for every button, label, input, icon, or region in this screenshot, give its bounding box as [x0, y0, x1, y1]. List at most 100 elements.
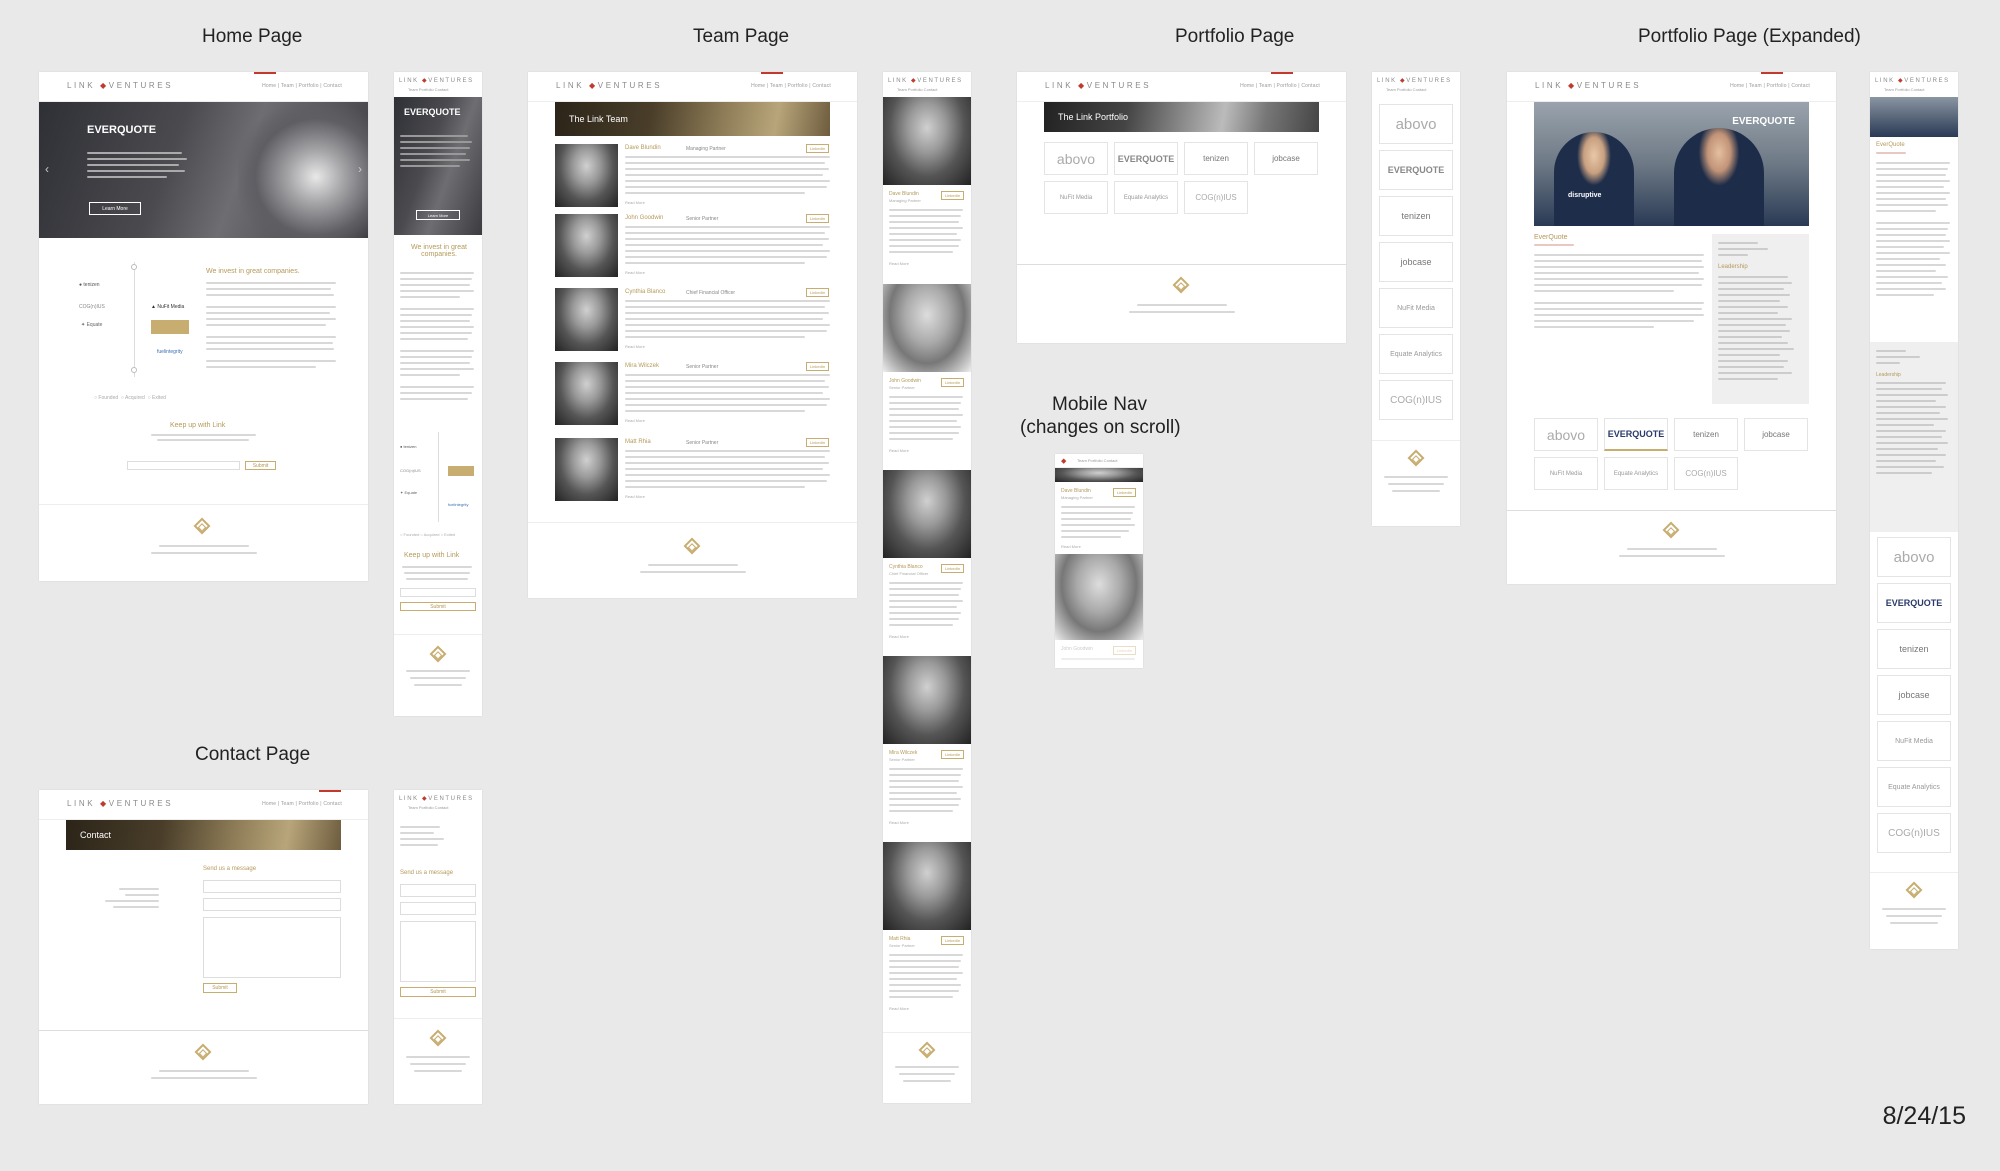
- mobile-orbit-diagram[interactable]: ● tenizen COG(n)IUS ✦ Equate fuelintegri…: [400, 432, 476, 522]
- exp-company-abovo[interactable]: abovo: [1534, 418, 1598, 451]
- logo-cognius[interactable]: COG(n)IUS: [79, 304, 105, 310]
- main-nav[interactable]: Home | Team | Portfolio | Contact: [1240, 83, 1320, 89]
- chevron-right-icon[interactable]: ›: [358, 162, 362, 176]
- main-nav[interactable]: Home | Team | Portfolio | Contact: [1730, 83, 1810, 89]
- linkedin-button[interactable]: LinkedIn: [806, 144, 830, 153]
- subscribe-button[interactable]: Submit: [245, 461, 276, 470]
- m-message-field[interactable]: [400, 921, 476, 982]
- exp-company-tenizen[interactable]: tenizen: [1674, 418, 1738, 451]
- company-jobcase[interactable]: jobcase: [1254, 142, 1318, 175]
- mobile-logo[interactable]: LINK ◆VENTURES: [1875, 77, 1950, 84]
- exp-company-everquote[interactable]: EVERQUOTE: [1604, 418, 1668, 451]
- logo[interactable]: LINK ◆VENTURES: [556, 81, 662, 90]
- read-more-link[interactable]: Read More: [625, 418, 645, 423]
- exp-company-jobcase[interactable]: jobcase: [1744, 418, 1808, 451]
- linkedin-button[interactable]: LinkedIn: [806, 288, 830, 297]
- mobile-nav[interactable]: Team Portfolio Contact: [1884, 87, 1924, 92]
- message-field[interactable]: [203, 917, 341, 978]
- logo[interactable]: LINK ◆VENTURES: [67, 799, 173, 808]
- logo-nufit[interactable]: ▲ NuFit Media: [151, 304, 184, 310]
- team-member-name: John Goodwin: [625, 215, 664, 221]
- main-nav[interactable]: Home | Team | Portfolio | Contact: [262, 801, 342, 807]
- logo-everquote-highlight[interactable]: [151, 320, 189, 334]
- exp-company-cognius[interactable]: COG(n)IUS: [1674, 457, 1738, 490]
- m-company-cognius[interactable]: COG(n)IUS: [1379, 380, 1453, 420]
- exp-company-nufit[interactable]: NuFit Media: [1534, 457, 1598, 490]
- main-nav[interactable]: Home | Team | Portfolio | Contact: [262, 83, 342, 89]
- mobile-nav[interactable]: Team Portfolio Contact: [897, 87, 937, 92]
- chevron-left-icon[interactable]: ‹: [45, 162, 49, 176]
- mobile-email-input[interactable]: [400, 588, 476, 597]
- mobile-nav[interactable]: Team Portfolio Contact: [408, 805, 448, 810]
- sticky-mobile-nav[interactable]: ◆ Team Portfolio Contact: [1055, 454, 1143, 468]
- logo[interactable]: LINK ◆VENTURES: [1535, 81, 1641, 90]
- m-email-field[interactable]: [400, 902, 476, 915]
- main-nav[interactable]: Home | Team | Portfolio | Contact: [751, 83, 831, 89]
- mobile-hero[interactable]: EVERQUOTE Learn More: [394, 97, 482, 235]
- mobile-nav[interactable]: Team Portfolio Contact: [408, 87, 448, 92]
- mobile-logo[interactable]: LINK ◆VENTURES: [1377, 77, 1452, 84]
- m-company-tenizen[interactable]: tenizen: [1379, 196, 1453, 236]
- linkedin-button[interactable]: LinkedIn: [806, 214, 830, 223]
- me-company-everquote[interactable]: EVERQUOTE: [1877, 583, 1951, 623]
- m-read-more-link[interactable]: Read More: [889, 820, 909, 825]
- read-more-link[interactable]: Read More: [625, 344, 645, 349]
- me-company-cognius[interactable]: COG(n)IUS: [1877, 813, 1951, 853]
- m-read-more-link[interactable]: Read More: [889, 634, 909, 639]
- logo[interactable]: LINK ◆VENTURES: [67, 81, 173, 90]
- logo-tenizen[interactable]: ● tenizen: [79, 282, 100, 288]
- m-linkedin-button[interactable]: LinkedIn: [941, 378, 965, 387]
- mobile-logo[interactable]: LINK ◆VENTURES: [399, 77, 474, 84]
- me-company-equate[interactable]: Equate Analytics: [1877, 767, 1951, 807]
- linkedin-button[interactable]: LinkedIn: [806, 438, 830, 447]
- company-nufit[interactable]: NuFit Media: [1044, 181, 1108, 214]
- m-read-more-link[interactable]: Read More: [889, 1006, 909, 1011]
- me-company-jobcase[interactable]: jobcase: [1877, 675, 1951, 715]
- m-company-nufit[interactable]: NuFit Media: [1379, 288, 1453, 328]
- m-company-equate[interactable]: Equate Analytics: [1379, 334, 1453, 374]
- m-linkedin-button[interactable]: LinkedIn: [941, 564, 965, 573]
- m-company-everquote[interactable]: EVERQUOTE: [1379, 150, 1453, 190]
- logo[interactable]: LINK ◆VENTURES: [1045, 81, 1151, 90]
- exp-company-equate[interactable]: Equate Analytics: [1604, 457, 1668, 490]
- email-input[interactable]: [127, 461, 240, 470]
- logo-autointegrity[interactable]: fuelintegrity: [157, 349, 183, 355]
- company-tenizen[interactable]: tenizen: [1184, 142, 1248, 175]
- portfolio-orbit-diagram[interactable]: ● tenizen COG(n)IUS ▲ NuFit Media ✦ Equa…: [79, 262, 194, 377]
- diamond-icon[interactable]: ◆: [1061, 457, 1066, 465]
- m-bio-text-line: [889, 996, 953, 998]
- company-cognius[interactable]: COG(n)IUS: [1184, 181, 1248, 214]
- send-message-heading: Send us a message: [203, 866, 257, 872]
- m-linkedin-button[interactable]: LinkedIn: [941, 936, 965, 945]
- m-company-jobcase[interactable]: jobcase: [1379, 242, 1453, 282]
- mobile-logo[interactable]: LINK ◆VENTURES: [399, 795, 474, 802]
- m-linkedin-button[interactable]: LinkedIn: [941, 191, 965, 200]
- m-linkedin-button[interactable]: LinkedIn: [941, 750, 965, 759]
- name-field[interactable]: [203, 880, 341, 893]
- company-abovo[interactable]: abovo: [1044, 142, 1108, 175]
- mobile-nav[interactable]: Team Portfolio Contact: [1386, 87, 1426, 92]
- contact-submit-button[interactable]: Submit: [203, 983, 237, 993]
- mobile-logo[interactable]: LINK ◆VENTURES: [888, 77, 963, 84]
- m-read-more-link[interactable]: Read More: [889, 261, 909, 266]
- mobile-learn-more-button[interactable]: Learn More: [416, 210, 460, 220]
- m-team-photo: [883, 284, 971, 372]
- m-contact-submit-button[interactable]: Submit: [400, 987, 476, 997]
- m-read-more-link[interactable]: Read More: [889, 448, 909, 453]
- me-company-nufit[interactable]: NuFit Media: [1877, 721, 1951, 761]
- m-name-field[interactable]: [400, 884, 476, 897]
- hero-learn-more-button[interactable]: Learn More: [89, 202, 141, 215]
- hero-carousel[interactable]: EVERQUOTE Learn More ‹ ›: [39, 102, 368, 238]
- read-more-link[interactable]: Read More: [625, 494, 645, 499]
- me-company-tenizen[interactable]: tenizen: [1877, 629, 1951, 669]
- company-equate[interactable]: Equate Analytics: [1114, 181, 1178, 214]
- logo-equate[interactable]: ✦ Equate: [81, 322, 102, 328]
- read-more-link[interactable]: Read More: [625, 200, 645, 205]
- company-everquote[interactable]: EVERQUOTE: [1114, 142, 1178, 175]
- email-field[interactable]: [203, 898, 341, 911]
- mobile-subscribe-button[interactable]: Submit: [400, 602, 476, 611]
- me-company-abovo[interactable]: abovo: [1877, 537, 1951, 577]
- read-more-link[interactable]: Read More: [625, 270, 645, 275]
- linkedin-button[interactable]: LinkedIn: [806, 362, 830, 371]
- m-company-abovo[interactable]: abovo: [1379, 104, 1453, 144]
